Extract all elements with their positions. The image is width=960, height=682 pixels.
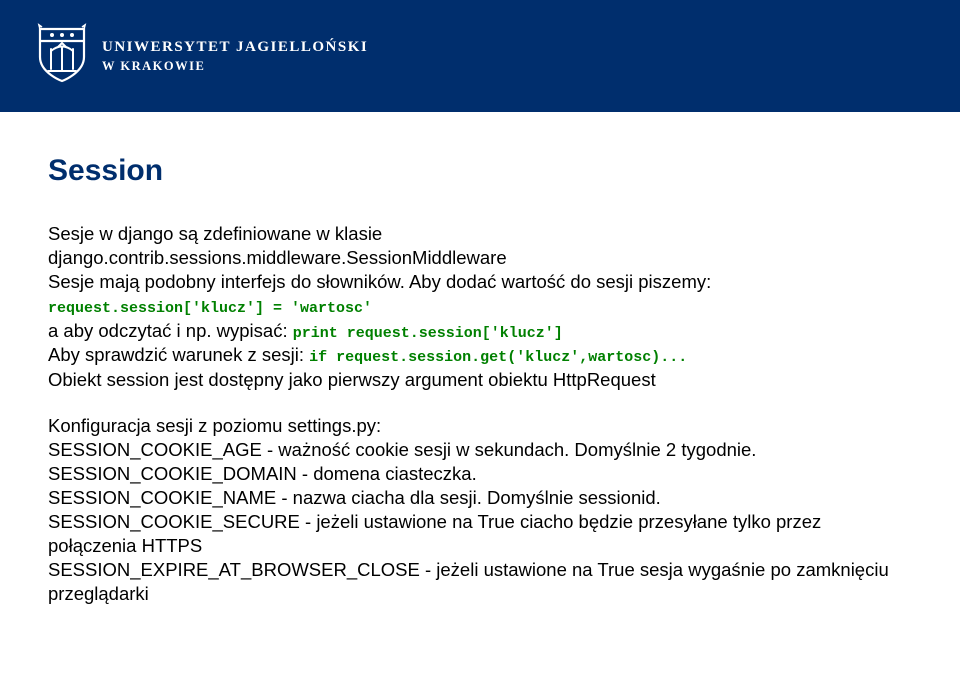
para-check-prefix: Aby sprawdzić warunek z sesji:: [48, 344, 309, 365]
shield-icon: [36, 23, 88, 90]
university-name-line2: W KRAKOWIE: [102, 58, 368, 75]
para-intro-l1: Sesje w django są zdefiniowane w klasie: [48, 222, 912, 246]
config-expire-at-close: SESSION_EXPIRE_AT_BROWSER_CLOSE - jeżeli…: [48, 558, 912, 606]
config-cookie-secure: SESSION_COOKIE_SECURE - jeżeli ustawione…: [48, 510, 912, 558]
code-check-session: if request.session.get('klucz',wartosc).…: [309, 349, 687, 366]
slide-body: Sesje w django są zdefiniowane w klasie …: [48, 222, 912, 606]
para-httprequest: Obiekt session jest dostępny jako pierws…: [48, 368, 912, 392]
para-read-prefix: a aby odczytać i np. wypisać:: [48, 320, 293, 341]
para-intro-l2: django.contrib.sessions.middleware.Sessi…: [48, 246, 912, 270]
university-logo: UNIWERSYTET JAGIELLOŃSKI W KRAKOWIE: [36, 23, 368, 90]
config-cookie-age: SESSION_COOKIE_AGE - ważność cookie sesj…: [48, 438, 912, 462]
slide-title: Session: [48, 154, 912, 188]
code-set-session: request.session['klucz'] = 'wartosc': [48, 300, 372, 317]
slide-content: Session Sesje w django są zdefiniowane w…: [0, 112, 960, 606]
config-cookie-domain: SESSION_COOKIE_DOMAIN - domena ciasteczk…: [48, 462, 912, 486]
code-print-session: print request.session['klucz']: [293, 325, 563, 342]
header-banner: UNIWERSYTET JAGIELLOŃSKI W KRAKOWIE: [0, 0, 960, 112]
university-name: UNIWERSYTET JAGIELLOŃSKI W KRAKOWIE: [102, 37, 368, 74]
config-heading: Konfiguracja sesji z poziomu settings.py…: [48, 414, 912, 438]
config-cookie-name: SESSION_COOKIE_NAME - nazwa ciacha dla s…: [48, 486, 912, 510]
para-intro-l3: Sesje mają podobny interfejs do słownikó…: [48, 270, 912, 294]
university-name-line1: UNIWERSYTET JAGIELLOŃSKI: [102, 37, 368, 57]
